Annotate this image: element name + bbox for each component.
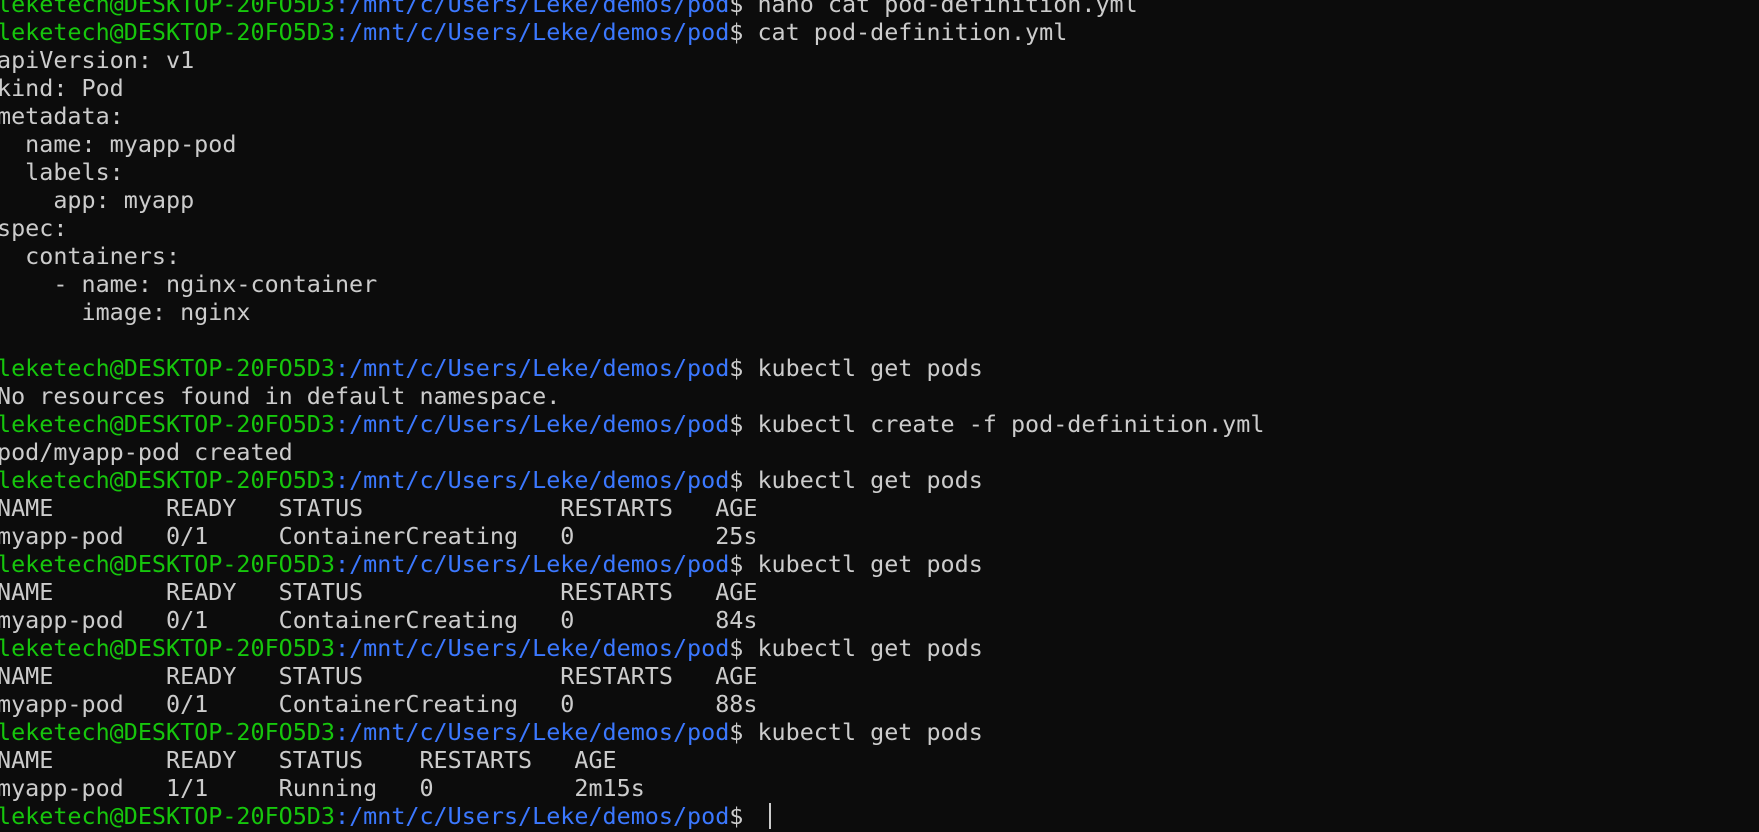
- command-text: $ nano cat pod-definition.yml: [729, 0, 1138, 18]
- prompt-line: leketech@DESKTOP-20FO5D3:/mnt/c/Users/Le…: [0, 354, 1759, 382]
- output-line: spec:: [0, 214, 68, 242]
- output-line: apiVersion: v1: [0, 46, 195, 74]
- output-line: pod/myapp-pod created: [0, 438, 293, 466]
- command-text: $: [729, 802, 758, 830]
- output-line: name: myapp-pod: [0, 130, 237, 158]
- command-text: $ kubectl get pods: [729, 718, 983, 746]
- prompt-path: :/mnt/c/Users/Leke/demos/pod: [334, 410, 730, 438]
- prompt-line: leketech@DESKTOP-20FO5D3:/mnt/c/Users/Le…: [0, 0, 1759, 18]
- command-text: $ cat pod-definition.yml: [729, 18, 1068, 46]
- prompt-path: :/mnt/c/Users/Leke/demos/pod: [334, 466, 730, 494]
- output-line: No resources found in default namespace.: [0, 382, 561, 410]
- prompt-line: leketech@DESKTOP-20FO5D3:/mnt/c/Users/Le…: [0, 634, 1759, 662]
- prompt-path: :/mnt/c/Users/Leke/demos/pod: [334, 718, 730, 746]
- prompt-user-host: leketech@DESKTOP-20FO5D3: [0, 18, 335, 46]
- prompt-user-host: leketech@DESKTOP-20FO5D3: [0, 718, 335, 746]
- prompt-line: leketech@DESKTOP-20FO5D3:/mnt/c/Users/Le…: [0, 466, 1759, 494]
- output-line: NAME READY STATUS RESTARTS AGE: [0, 662, 758, 690]
- output-line: containers:: [0, 242, 181, 270]
- output-line: myapp-pod 0/1 ContainerCreating 0 84s: [0, 606, 758, 634]
- output-line: image: nginx: [0, 298, 251, 326]
- output-line: NAME READY STATUS RESTARTS AGE: [0, 578, 758, 606]
- prompt-path: :/mnt/c/Users/Leke/demos/pod: [334, 634, 730, 662]
- output-line: - name: nginx-container: [0, 270, 378, 298]
- output-line: labels:: [0, 158, 124, 186]
- output-line: myapp-pod 0/1 ContainerCreating 0 25s: [0, 522, 758, 550]
- output-line: NAME READY STATUS RESTARTS AGE: [0, 746, 617, 774]
- prompt-path: :/mnt/c/Users/Leke/demos/pod: [334, 550, 730, 578]
- command-text: $ kubectl get pods: [729, 634, 983, 662]
- prompt-line: leketech@DESKTOP-20FO5D3:/mnt/c/Users/Le…: [0, 18, 1759, 46]
- output-line: app: myapp: [0, 186, 195, 214]
- prompt-path: :/mnt/c/Users/Leke/demos/pod: [334, 354, 730, 382]
- output-line: kind: Pod: [0, 74, 124, 102]
- prompt-path: :/mnt/c/Users/Leke/demos/pod: [334, 0, 730, 18]
- terminal-window[interactable]: leketech@DESKTOP-20FO5D3:/mnt/c/Users/Le…: [0, 0, 1759, 830]
- prompt-line: leketech@DESKTOP-20FO5D3:/mnt/c/Users/Le…: [0, 718, 1759, 746]
- prompt-path: :/mnt/c/Users/Leke/demos/pod: [334, 802, 730, 830]
- command-text: $ kubectl create -f pod-definition.yml: [729, 410, 1265, 438]
- prompt-user-host: leketech@DESKTOP-20FO5D3: [0, 550, 335, 578]
- text-cursor[interactable]: [769, 803, 772, 829]
- prompt-user-host: leketech@DESKTOP-20FO5D3: [0, 354, 335, 382]
- command-text: $ kubectl get pods: [729, 466, 983, 494]
- prompt-user-host: leketech@DESKTOP-20FO5D3: [0, 410, 335, 438]
- prompt-path: :/mnt/c/Users/Leke/demos/pod: [334, 18, 730, 46]
- prompt-user-host: leketech@DESKTOP-20FO5D3: [0, 466, 335, 494]
- output-line: metadata:: [0, 102, 124, 130]
- output-line: myapp-pod 1/1 Running 0 2m15s: [0, 774, 645, 802]
- output-line: myapp-pod 0/1 ContainerCreating 0 88s: [0, 690, 758, 718]
- prompt-line: leketech@DESKTOP-20FO5D3:/mnt/c/Users/Le…: [0, 550, 1759, 578]
- command-text: $ kubectl get pods: [729, 550, 983, 578]
- prompt-line: leketech@DESKTOP-20FO5D3:/mnt/c/Users/Le…: [0, 802, 1759, 830]
- prompt-user-host: leketech@DESKTOP-20FO5D3: [0, 0, 335, 18]
- command-text: $ kubectl get pods: [729, 354, 983, 382]
- output-line: NAME READY STATUS RESTARTS AGE: [0, 494, 758, 522]
- prompt-line: leketech@DESKTOP-20FO5D3:/mnt/c/Users/Le…: [0, 410, 1759, 438]
- prompt-user-host: leketech@DESKTOP-20FO5D3: [0, 802, 335, 830]
- prompt-user-host: leketech@DESKTOP-20FO5D3: [0, 634, 335, 662]
